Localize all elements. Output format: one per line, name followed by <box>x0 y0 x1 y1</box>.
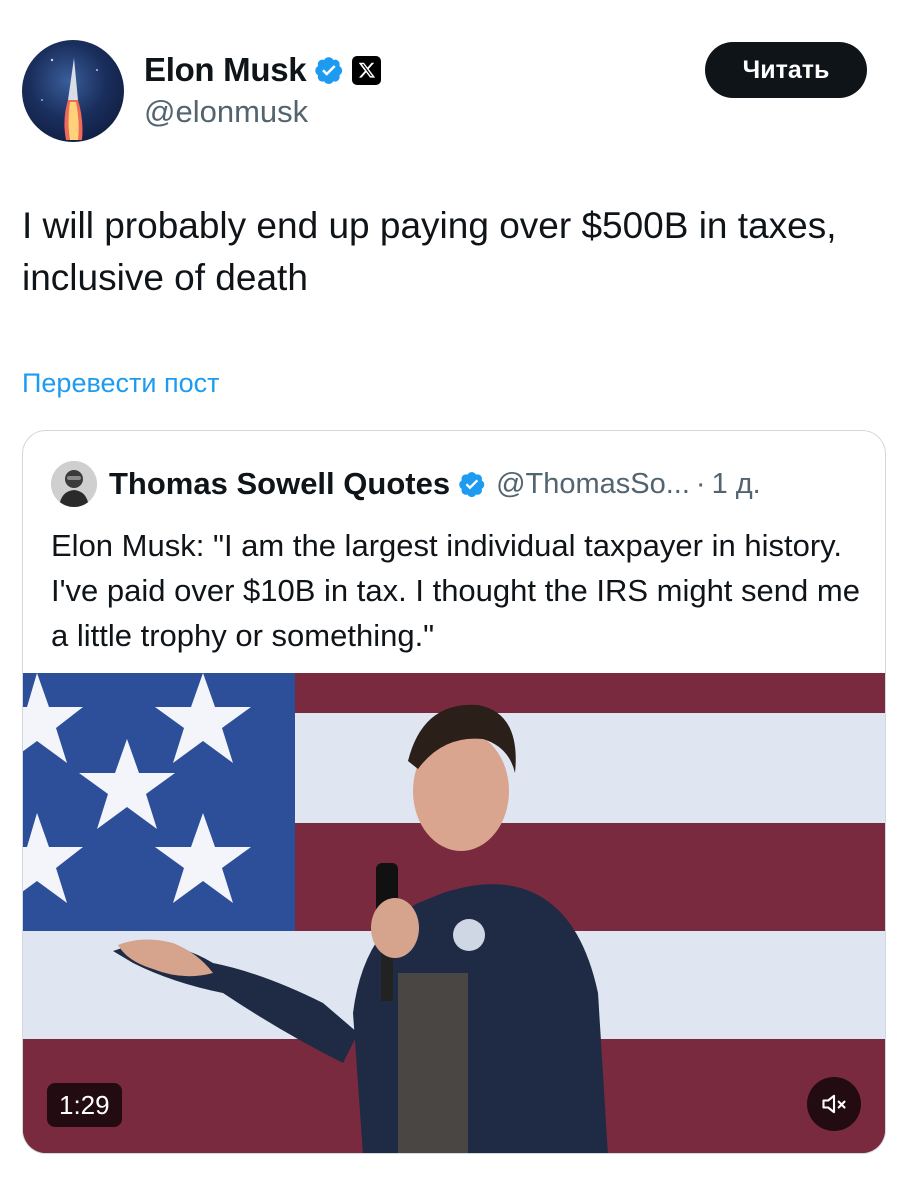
translate-post-link[interactable]: Перевести пост <box>22 368 219 399</box>
video-frame-image <box>23 673 885 1153</box>
author-name-row: Elon Musk <box>144 50 382 90</box>
quoted-author-avatar[interactable] <box>51 461 97 507</box>
meta-separator: · <box>695 467 706 500</box>
verified-badge-icon <box>315 57 343 85</box>
quoted-author-name[interactable]: Thomas Sowell Quotes <box>109 466 450 502</box>
author-display-name[interactable]: Elon Musk <box>144 51 307 89</box>
post-timestamp[interactable]: 1 д. <box>712 468 761 501</box>
video-duration: 1:29 <box>47 1083 122 1127</box>
quoted-author-handle[interactable]: @ThomasSo... <box>496 468 690 501</box>
speaker-muted-icon[interactable] <box>807 1077 861 1131</box>
quoted-post-card[interactable]: Thomas Sowell Quotes @ThomasSo... · 1 д.… <box>22 430 886 1154</box>
read-button[interactable]: Читать <box>705 42 867 98</box>
verified-badge-icon <box>459 472 485 498</box>
post-text: I will probably end up paying over $500B… <box>22 205 837 298</box>
video-player[interactable]: 1:29 <box>23 673 885 1153</box>
author-handle[interactable]: @elonmusk <box>144 94 308 130</box>
quoted-post-header: Thomas Sowell Quotes @ThomasSo... · 1 д. <box>51 461 761 507</box>
rocket-launch-image <box>41 58 98 140</box>
x-logo-icon <box>352 55 382 85</box>
post-header: Elon Musk @elonmusk Читать <box>22 38 885 144</box>
quoted-post-text: Elon Musk: "I am the largest individual … <box>51 528 860 653</box>
author-avatar[interactable] <box>22 40 124 142</box>
